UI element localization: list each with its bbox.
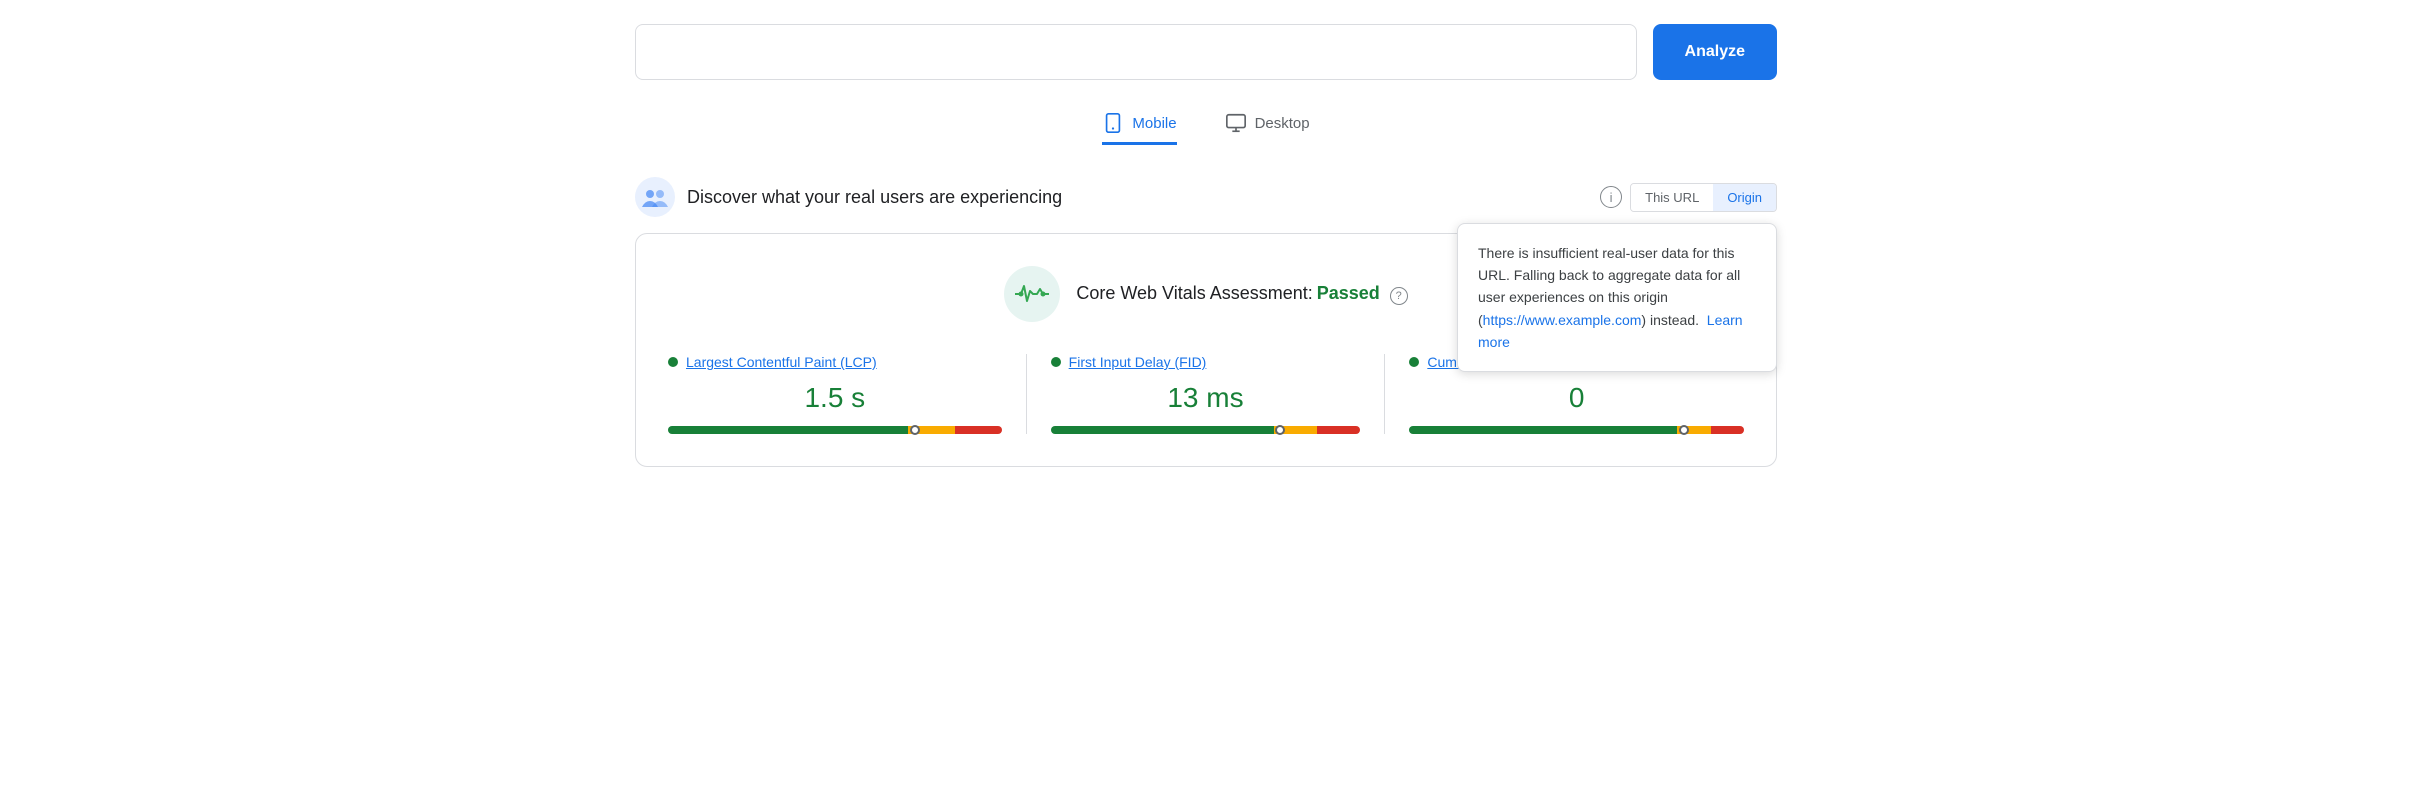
fid-dot [1051, 357, 1061, 367]
cwv-pulse-icon [1004, 266, 1060, 322]
tooltip-text-part2: ) instead. [1641, 312, 1699, 328]
mobile-icon [1102, 112, 1124, 134]
cls-dot [1409, 357, 1419, 367]
tab-mobile[interactable]: Mobile [1102, 112, 1176, 145]
section-title: Discover what your real users are experi… [687, 187, 1062, 208]
fid-progress-bar [1051, 426, 1361, 434]
lcp-name[interactable]: Largest Contentful Paint (LCP) [686, 354, 877, 370]
tooltip-link[interactable]: https://www.example.com [1483, 312, 1642, 328]
analyze-button[interactable]: Analyze [1653, 24, 1777, 80]
url-origin-controls: i This URL Origin There is insufficient … [1600, 183, 1777, 212]
lcp-progress-bar [668, 426, 1002, 434]
fid-name[interactable]: First Input Delay (FID) [1069, 354, 1207, 370]
tabs-row: Mobile Desktop [635, 112, 1777, 145]
cls-value: 0 [1409, 382, 1744, 414]
tooltip-box: There is insufficient real-user data for… [1457, 223, 1777, 373]
tab-mobile-label: Mobile [1132, 115, 1176, 132]
cwv-status: Passed [1317, 283, 1380, 303]
cwv-title: Core Web Vitals Assessment: [1076, 283, 1312, 303]
cls-progress-bar [1409, 426, 1744, 434]
url-input[interactable]: https://www.example.com/page1 [635, 24, 1637, 80]
info-icon[interactable]: i [1600, 186, 1622, 208]
metric-lcp: Largest Contentful Paint (LCP) 1.5 s [668, 354, 1027, 434]
metric-fid: First Input Delay (FID) 13 ms [1027, 354, 1386, 434]
fid-value: 13 ms [1051, 382, 1361, 414]
origin-toggle-btn[interactable]: Origin [1713, 184, 1776, 211]
tab-desktop-label: Desktop [1255, 115, 1310, 132]
users-icon [635, 177, 675, 217]
desktop-icon [1225, 112, 1247, 134]
this-url-toggle-btn[interactable]: This URL [1631, 184, 1713, 211]
pulse-chart-icon [1015, 283, 1049, 305]
url-origin-toggle-group: This URL Origin [1630, 183, 1777, 212]
cwv-help-icon[interactable]: ? [1390, 287, 1408, 305]
lcp-dot [668, 357, 678, 367]
lcp-value: 1.5 s [668, 382, 1002, 414]
cwv-title-row: Core Web Vitals Assessment: Passed ? [1076, 283, 1407, 305]
tab-desktop[interactable]: Desktop [1225, 112, 1310, 145]
